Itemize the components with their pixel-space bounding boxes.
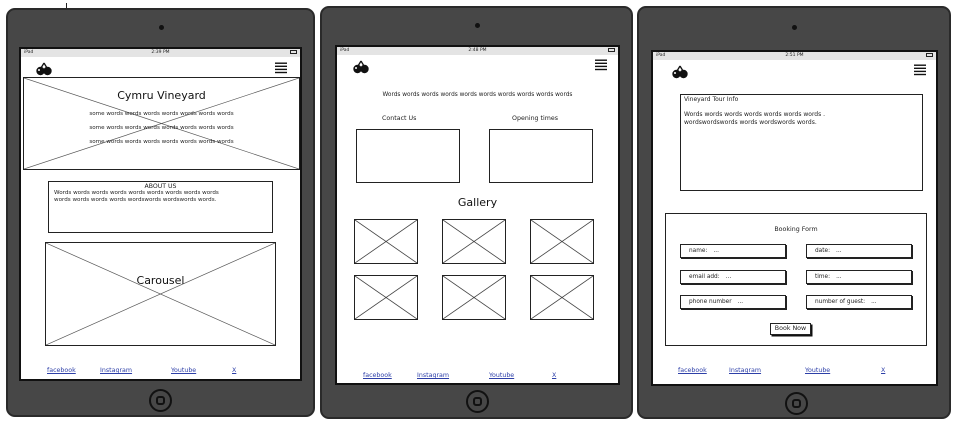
screen-gallery: iPad 2:48 PM Words words words words wor… <box>335 45 620 385</box>
email-field-value: ... <box>725 274 732 280</box>
footer-link-facebook[interactable]: facebook <box>678 367 707 374</box>
about-us-box: ABOUT US Words words words words words w… <box>48 181 273 233</box>
tour-info-line: Words words words words words words word… <box>684 111 826 118</box>
time-field-label: time: <box>815 274 831 280</box>
tablet-camera <box>475 23 480 28</box>
carousel[interactable]: Carousel <box>45 242 276 346</box>
status-bar: iPad 2:48 PM <box>337 47 618 55</box>
contact-label: Contact Us <box>382 115 417 122</box>
gallery-image[interactable] <box>530 275 594 320</box>
carousel-label: Carousel <box>136 274 185 287</box>
phone-field-value: ... <box>737 299 744 305</box>
date-field-value: ... <box>836 248 842 254</box>
status-bar: iPad 2:39 PM <box>21 49 300 57</box>
status-bar: iPad 2:51 PM <box>653 52 936 60</box>
footer-link-facebook[interactable]: facebook <box>363 372 392 379</box>
about-text-line: words words words words wordswords words… <box>54 197 217 203</box>
hero-text-line: some words words words words words words… <box>89 125 234 131</box>
about-heading: ABOUT US <box>144 183 177 190</box>
tablet-camera <box>159 25 164 30</box>
image-placeholder-icon <box>46 243 275 345</box>
image-placeholder-icon <box>443 220 505 263</box>
time-field-value: ... <box>836 274 842 280</box>
booking-form: Booking Form name:... date:... email add… <box>665 213 927 346</box>
gallery-title: Gallery <box>457 196 498 209</box>
contact-box <box>356 129 460 183</box>
footer-link-youtube[interactable]: Youtube <box>171 367 196 374</box>
hero-banner: Cymru Vineyard some words words words wo… <box>23 77 300 170</box>
image-placeholder-icon <box>443 276 505 319</box>
image-placeholder-icon <box>355 220 417 263</box>
time-field[interactable]: time:... <box>806 270 912 284</box>
booking-form-title: Booking Form <box>774 226 818 233</box>
image-placeholder-icon <box>355 276 417 319</box>
tour-info-title: Vineyard Tour Info <box>684 96 739 103</box>
cherry-logo-icon[interactable] <box>35 62 53 76</box>
hamburger-menu-icon[interactable] <box>914 64 926 77</box>
gallery-image[interactable] <box>442 275 506 320</box>
tablet-booking: iPad 2:51 PM Vineyard Tour Info Words wo… <box>637 6 951 419</box>
tablet-camera <box>792 25 797 30</box>
footer-link-x[interactable]: X <box>552 372 556 379</box>
footer-link-instagram[interactable]: Instagram <box>417 372 449 379</box>
email-field[interactable]: email add:... <box>680 270 786 284</box>
hero-text-line: some words words words words words words… <box>89 139 234 145</box>
footer-link-instagram[interactable]: Instagram <box>100 367 132 374</box>
cherry-logo-icon[interactable] <box>671 65 689 79</box>
guests-field[interactable]: number of guest:... <box>806 295 912 309</box>
image-placeholder-icon <box>531 220 593 263</box>
phone-field-label: phone number <box>689 299 732 305</box>
email-field-label: email add: <box>689 274 720 280</box>
battery-icon <box>926 53 933 57</box>
status-time: 2:48 PM <box>468 48 487 53</box>
date-field-label: date: <box>815 248 831 254</box>
opening-times-label: Opening times <box>512 115 559 122</box>
book-now-button[interactable]: Book Now <box>770 323 811 335</box>
gallery-image[interactable] <box>354 219 418 264</box>
phone-field[interactable]: phone number... <box>680 295 786 309</box>
tour-info-box: Vineyard Tour Info Words words words wor… <box>680 94 923 191</box>
gallery-image[interactable] <box>442 219 506 264</box>
status-time: 2:39 PM <box>151 50 170 55</box>
guests-field-value: ... <box>871 299 877 305</box>
intro-text: Words words words words words words word… <box>382 92 573 98</box>
cherry-logo-icon[interactable] <box>352 60 370 74</box>
screen-home: iPad 2:39 PM Cymru Vineyard some words w… <box>19 47 302 381</box>
about-text-line: Words words words words words words word… <box>54 190 219 196</box>
hamburger-menu-icon[interactable] <box>275 62 287 75</box>
hamburger-menu-icon[interactable] <box>595 59 607 72</box>
image-placeholder-icon <box>531 276 593 319</box>
name-field[interactable]: name:... <box>680 244 786 258</box>
hero-title: Cymru Vineyard <box>117 89 206 102</box>
name-field-value: ... <box>713 248 719 254</box>
battery-icon <box>290 50 297 54</box>
home-button[interactable] <box>149 389 172 412</box>
footer-link-x[interactable]: X <box>881 367 885 374</box>
footer-link-facebook[interactable]: facebook <box>47 367 76 374</box>
tablet-gallery: iPad 2:48 PM Words words words words wor… <box>320 6 633 419</box>
home-button[interactable] <box>466 390 489 413</box>
footer-link-youtube[interactable]: Youtube <box>805 367 830 374</box>
status-time: 2:51 PM <box>785 53 804 58</box>
footer-link-instagram[interactable]: Instagram <box>729 367 761 374</box>
gallery-image[interactable] <box>354 275 418 320</box>
home-button[interactable] <box>785 392 808 415</box>
name-field-label: name: <box>689 248 708 254</box>
opening-times-box <box>489 129 593 183</box>
date-field[interactable]: date:... <box>806 244 912 258</box>
gallery-image[interactable] <box>530 219 594 264</box>
footer-link-x[interactable]: X <box>232 367 236 374</box>
tour-info-line: wordswordswords words wordswords words. <box>684 119 817 126</box>
battery-icon <box>608 48 615 52</box>
hero-text-line: some words words words words words words… <box>89 111 234 117</box>
tablet-home: iPad 2:39 PM Cymru Vineyard some words w… <box>6 8 315 417</box>
footer-link-youtube[interactable]: Youtube <box>489 372 514 379</box>
screen-booking: iPad 2:51 PM Vineyard Tour Info Words wo… <box>651 50 938 386</box>
guests-field-label: number of guest: <box>815 299 866 305</box>
